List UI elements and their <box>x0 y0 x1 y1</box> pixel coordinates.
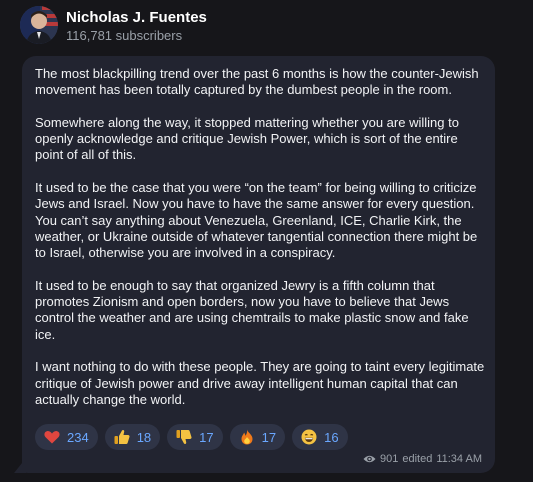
post-text: The most blackpilling trend over the pas… <box>35 66 487 408</box>
grinning-face-icon <box>301 429 317 445</box>
thumbs-down-icon <box>176 430 192 444</box>
reaction-count: 18 <box>136 429 152 445</box>
eye-icon <box>363 455 376 463</box>
view-count: 901 <box>379 453 399 465</box>
reaction-count: 17 <box>199 429 214 445</box>
post-paragraph: The most blackpilling trend over the pas… <box>35 66 479 98</box>
reaction-fire[interactable]: 17 <box>229 424 286 450</box>
reaction-heart[interactable]: 234 <box>35 424 98 450</box>
thumbs-up-icon <box>114 430 130 444</box>
fire-icon <box>241 429 253 445</box>
avatar-image <box>20 6 58 44</box>
post-time: 11:34 AM <box>436 453 482 465</box>
reaction-count: 17 <box>261 429 277 445</box>
edited-label: edited <box>402 453 433 465</box>
heart-icon <box>44 431 60 444</box>
channel-name[interactable]: Nicholas J. Fuentes <box>66 9 207 26</box>
post-paragraph: Somewhere along the way, it stopped matt… <box>35 114 459 163</box>
reactions-bar: 234 18 17 17 16 <box>35 424 348 450</box>
reaction-grinning[interactable]: 16 <box>292 424 348 450</box>
reaction-count: 234 <box>67 429 89 445</box>
channel-header: Nicholas J. Fuentes 116,781 subscribers <box>0 0 533 50</box>
reaction-count: 16 <box>324 429 339 445</box>
post-meta: 901 edited 11:34 AM <box>363 453 482 465</box>
reaction-thumbs-up[interactable]: 18 <box>104 424 161 450</box>
post-paragraph: It used to be enough to say that organiz… <box>35 277 469 342</box>
post-paragraph: It used to be the case that you were “on… <box>35 180 478 261</box>
reaction-thumbs-down[interactable]: 17 <box>167 424 223 450</box>
avatar[interactable] <box>20 6 58 44</box>
post-paragraph: I want nothing to do with these people. … <box>35 359 485 407</box>
message-bubble: The most blackpilling trend over the pas… <box>22 56 495 473</box>
subscriber-count: 116,781 subscribers <box>66 28 183 43</box>
